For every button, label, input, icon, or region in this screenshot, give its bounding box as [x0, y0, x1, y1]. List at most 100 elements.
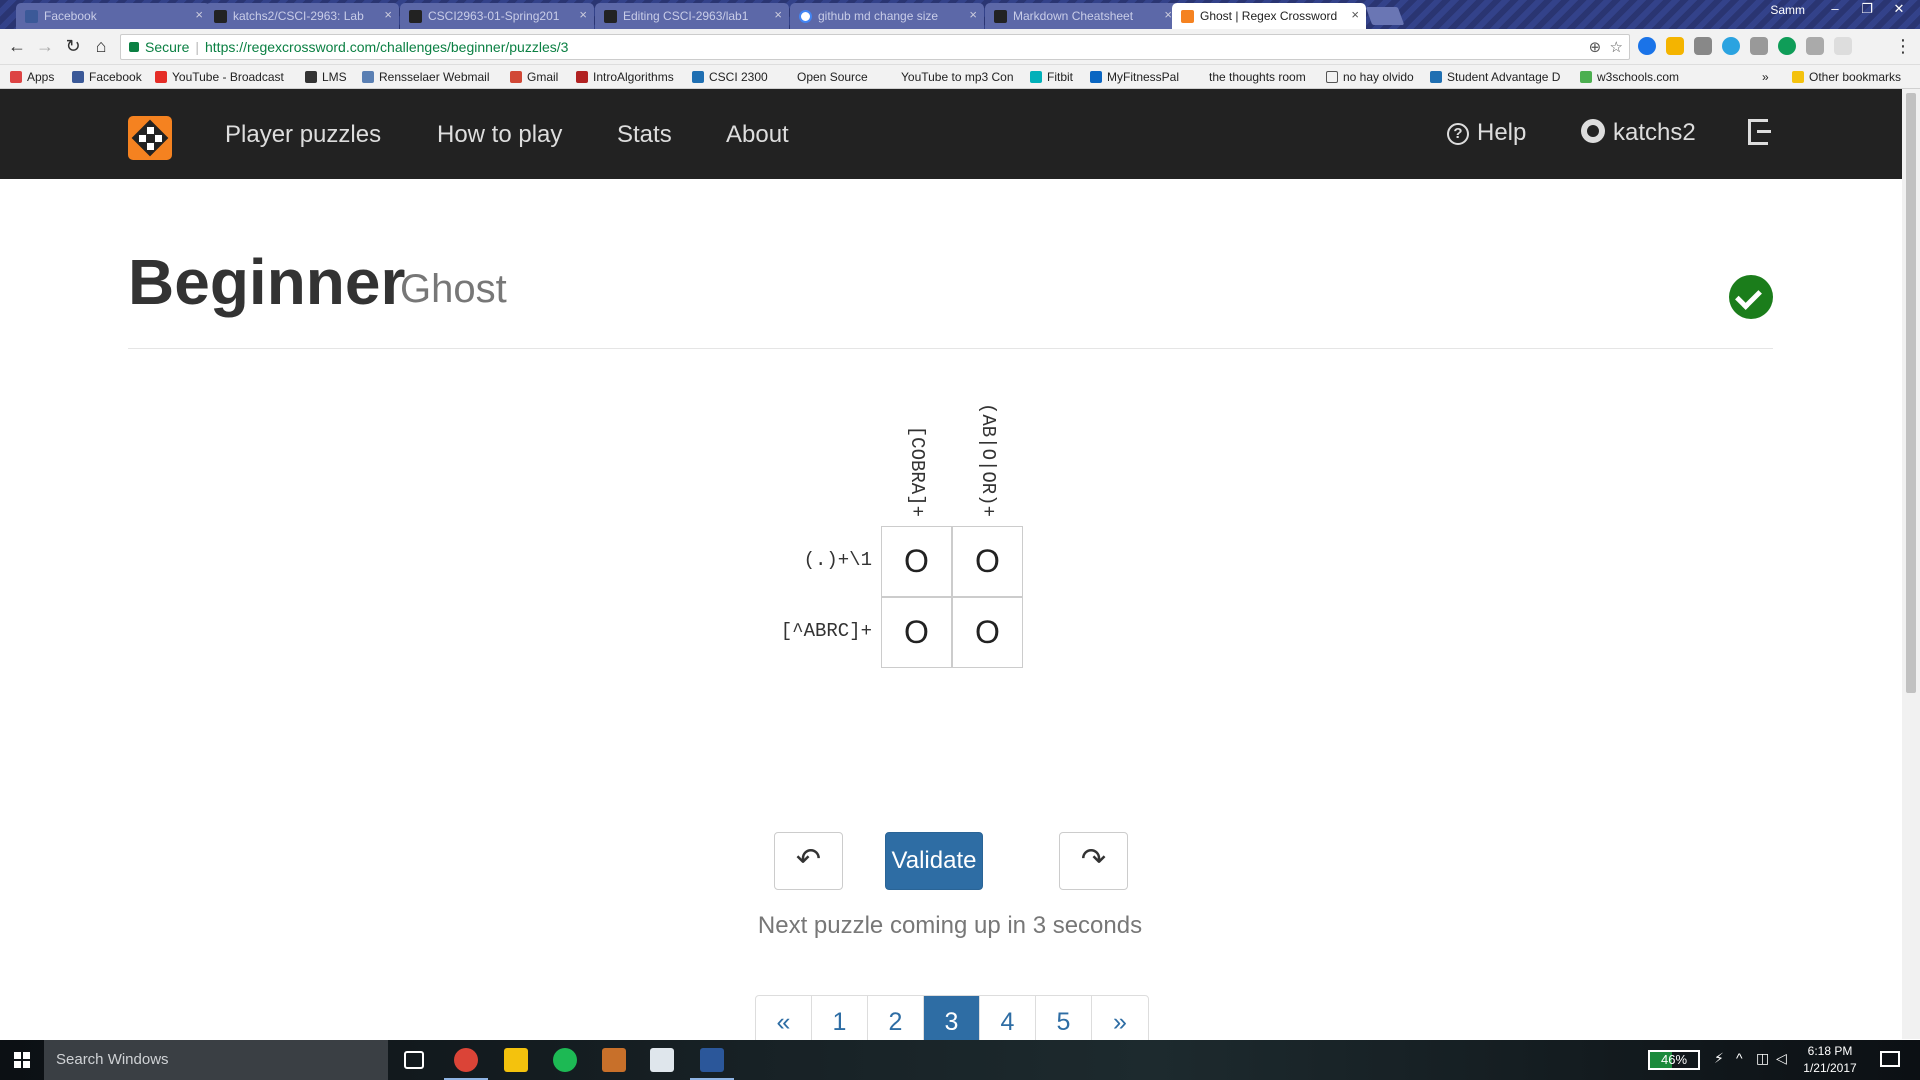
page-1[interactable]: 1: [812, 996, 868, 1044]
chrome-icon[interactable]: [444, 1048, 488, 1080]
extension-globe-icon[interactable]: [1722, 37, 1740, 55]
zoom-icon[interactable]: ⊕: [1589, 39, 1602, 56]
extension-m-icon[interactable]: [1638, 37, 1656, 55]
bookmark-no-hay-olvido[interactable]: no hay olvido: [1326, 70, 1414, 84]
bookmark-apps[interactable]: Apps: [10, 70, 54, 84]
new-tab-button[interactable]: [1365, 7, 1405, 25]
page-3-current[interactable]: 3: [924, 996, 980, 1044]
taskbar-clock[interactable]: 6:18 PM 1/21/2017: [1790, 1043, 1870, 1077]
show-hidden-icons[interactable]: ^: [1736, 1050, 1743, 1066]
myfitnesspal-icon: [1090, 71, 1102, 83]
action-center-icon[interactable]: [1880, 1051, 1900, 1067]
scrollbar-thumb[interactable]: [1906, 93, 1916, 693]
tab-google-search[interactable]: github md change size ×: [790, 3, 984, 29]
bookmark-introalgorithms[interactable]: IntroAlgorithms: [576, 70, 674, 84]
nav-about[interactable]: About: [726, 121, 789, 149]
youtube-icon: [155, 71, 167, 83]
tab-markdown-cheatsheet[interactable]: Markdown Cheatsheet ×: [985, 3, 1179, 29]
chrome-menu-icon[interactable]: ⋮: [1892, 36, 1914, 57]
forward-icon[interactable]: →: [34, 36, 56, 57]
regex-crossword-logo[interactable]: [128, 116, 172, 160]
bookmark-open-source[interactable]: Open Source: [780, 70, 868, 84]
tab-github-lab[interactable]: katchs2/CSCI-2963: Lab ×: [205, 3, 399, 29]
tab-facebook[interactable]: Facebook ×: [16, 3, 210, 29]
puzzle-cell[interactable]: O: [881, 526, 952, 597]
bookmark-student-advantage[interactable]: Student Advantage D: [1430, 70, 1560, 84]
close-icon[interactable]: ×: [774, 7, 782, 22]
bookmark-facebook[interactable]: Facebook: [72, 70, 142, 84]
page-5[interactable]: 5: [1036, 996, 1092, 1044]
file-explorer-icon[interactable]: [504, 1048, 528, 1072]
extension-hangouts-icon[interactable]: [1778, 37, 1796, 55]
close-icon[interactable]: ×: [579, 7, 587, 22]
bookmark-star-icon[interactable]: ☆: [1610, 39, 1623, 56]
windows-start-icon[interactable]: [14, 1052, 30, 1068]
puzzle-cell[interactable]: O: [952, 597, 1023, 668]
tab-title: katchs2/CSCI-2963: Lab: [233, 9, 364, 23]
bookmark-thoughts-room[interactable]: the thoughts room: [1192, 70, 1306, 84]
nav-how-to-play[interactable]: How to play: [437, 121, 562, 149]
taskbar-search[interactable]: Search Windows: [44, 1040, 388, 1080]
bookmark-myfitnesspal[interactable]: MyFitnessPal: [1090, 70, 1179, 84]
help-link[interactable]: ? Help: [1447, 119, 1526, 147]
battery-indicator[interactable]: 46%: [1648, 1050, 1700, 1070]
address-bar[interactable]: Secure | https://regexcrossword.com/challe…: [120, 34, 1630, 60]
lock-icon: [129, 42, 139, 52]
word-icon[interactable]: [690, 1048, 734, 1080]
bookmark-lms[interactable]: LMS: [305, 70, 347, 84]
spotify-icon[interactable]: [553, 1048, 577, 1072]
undo-button[interactable]: ↶: [774, 832, 843, 890]
extension-w-icon[interactable]: [1834, 37, 1852, 55]
home-icon[interactable]: ⌂: [90, 36, 112, 57]
restore-icon[interactable]: ❐: [1852, 0, 1882, 18]
page-2[interactable]: 2: [868, 996, 924, 1044]
validate-button[interactable]: Validate: [885, 832, 983, 890]
extension-pin-icon[interactable]: [1806, 37, 1824, 55]
close-icon[interactable]: ×: [1351, 7, 1359, 22]
power-icon[interactable]: ⚡: [1714, 1050, 1724, 1067]
profile-name[interactable]: Samm: [1770, 3, 1805, 17]
bookmark-fitbit[interactable]: Fitbit: [1030, 70, 1073, 84]
user-profile-link[interactable]: katchs2: [1581, 119, 1696, 147]
extension-k-icon[interactable]: [1750, 37, 1768, 55]
puzzle-cell[interactable]: O: [881, 597, 952, 668]
puzzle-cell[interactable]: O: [952, 526, 1023, 597]
redo-button[interactable]: ↷: [1059, 832, 1128, 890]
close-icon[interactable]: ×: [384, 7, 392, 22]
nav-stats[interactable]: Stats: [617, 121, 672, 149]
clock-time: 6:18 PM: [1807, 1044, 1853, 1058]
bookmark-webmail[interactable]: Rensselaer Webmail: [362, 70, 490, 84]
tab-github-edit[interactable]: Editing CSCI-2963/lab1 ×: [595, 3, 789, 29]
extension-cloud-icon[interactable]: [1666, 37, 1684, 55]
page-4[interactable]: 4: [980, 996, 1036, 1044]
task-view-icon[interactable]: [404, 1051, 424, 1069]
undo-icon: ↶: [795, 843, 822, 876]
extension-facebook-icon[interactable]: [1694, 37, 1712, 55]
reload-icon[interactable]: ↻: [62, 36, 84, 57]
sublime-text-icon[interactable]: [602, 1048, 626, 1072]
bookmark-other[interactable]: Other bookmarks: [1792, 70, 1901, 84]
bookmark-w3schools[interactable]: w3schools.com: [1580, 70, 1679, 84]
page-scrollbar[interactable]: [1902, 89, 1920, 1039]
bookmarks-overflow-icon[interactable]: »: [1762, 70, 1769, 84]
volume-icon[interactable]: ◁: [1776, 1050, 1787, 1067]
tab-github-course[interactable]: CSCI2963-01-Spring201 ×: [400, 3, 594, 29]
bookmark-csci2300[interactable]: CSCI 2300: [692, 70, 768, 84]
page-next[interactable]: »: [1092, 996, 1148, 1044]
minimize-icon[interactable]: –: [1820, 0, 1850, 18]
window-close-icon[interactable]: ✕: [1884, 0, 1914, 18]
close-icon[interactable]: ×: [195, 7, 203, 22]
network-icon[interactable]: ◫: [1756, 1050, 1769, 1067]
nav-player-puzzles[interactable]: Player puzzles: [225, 121, 381, 149]
browser-tab-strip: Facebook × katchs2/CSCI-2963: Lab × CSCI…: [0, 0, 1920, 29]
tab-regex-crossword[interactable]: Ghost | Regex Crossword ×: [1172, 3, 1366, 29]
bookmark-gmail[interactable]: Gmail: [510, 70, 558, 84]
close-icon[interactable]: ×: [1164, 7, 1172, 22]
back-icon[interactable]: ←: [6, 36, 28, 57]
close-icon[interactable]: ×: [969, 7, 977, 22]
bookmark-youtube[interactable]: YouTube - Broadcast: [155, 70, 284, 84]
page-prev[interactable]: «: [756, 996, 812, 1044]
bookmark-youtube-mp3[interactable]: YouTube to mp3 Con: [884, 70, 1014, 84]
logout-icon[interactable]: [1748, 119, 1771, 145]
window-app-icon[interactable]: [650, 1048, 674, 1072]
